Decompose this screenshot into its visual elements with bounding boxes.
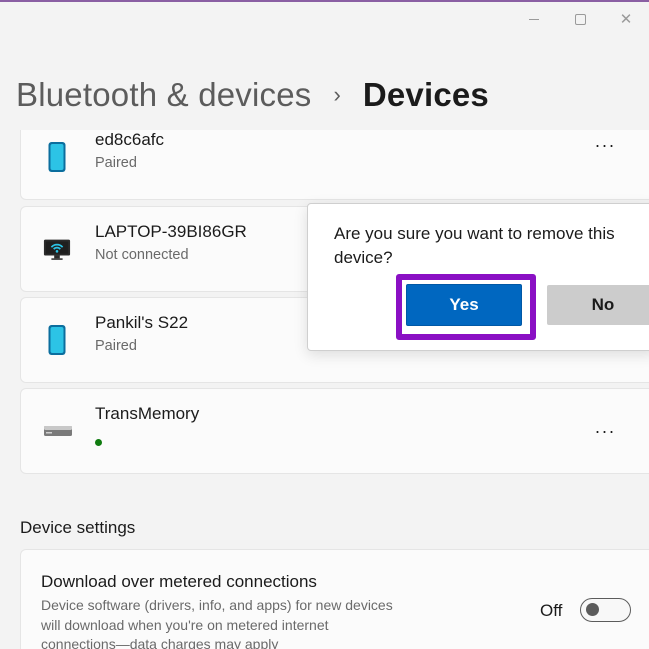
close-icon: ✕: [619, 10, 633, 28]
device-card[interactable]: ed8c6afc Paired ···: [20, 130, 649, 200]
setting-title: Download over metered connections: [41, 572, 317, 591]
toggle-state-label: Off: [540, 601, 563, 620]
wireless-display-icon: [43, 231, 71, 267]
toggle-knob: [586, 603, 599, 616]
minimize-button[interactable]: [511, 8, 557, 30]
device-name: LAPTOP-39BI86GR: [95, 222, 247, 241]
breadcrumb: Bluetooth & devices › Devices: [16, 74, 489, 116]
dialog-message: Are you sure you want to remove this dev…: [334, 224, 615, 267]
metered-toggle[interactable]: [580, 598, 631, 622]
maximize-button[interactable]: [557, 8, 603, 30]
device-name: TransMemory: [95, 404, 200, 423]
minimize-icon: [529, 18, 539, 20]
window-top-border: [0, 0, 649, 2]
device-card[interactable]: TransMemory ···: [20, 388, 649, 474]
device-status: Paired: [95, 155, 137, 171]
window-controls: ✕: [511, 8, 649, 30]
status-indicator: [95, 439, 102, 446]
device-name: ed8c6afc: [95, 130, 164, 149]
more-options-button[interactable]: ···: [589, 415, 621, 447]
yes-button[interactable]: Yes: [406, 284, 522, 326]
metered-setting-card: Download over metered connections Device…: [20, 549, 649, 649]
more-options-button[interactable]: ···: [589, 130, 621, 161]
close-button[interactable]: ✕: [603, 8, 649, 30]
maximize-icon: [574, 13, 586, 25]
device-name: Pankil's S22: [95, 313, 189, 332]
remove-device-dialog: Are you sure you want to remove this dev…: [307, 203, 649, 351]
breadcrumb-parent-link[interactable]: Bluetooth & devices: [16, 76, 311, 114]
usb-drive-icon: [43, 413, 73, 449]
device-status: Paired: [95, 338, 137, 354]
phone-icon: [43, 139, 71, 175]
section-title: Device settings: [20, 518, 136, 537]
phone-icon: [43, 322, 71, 358]
page-title: Devices: [362, 76, 489, 113]
no-button[interactable]: No: [547, 285, 649, 325]
device-status: Not connected: [95, 247, 189, 263]
setting-description: Device software (drivers, info, and apps…: [41, 597, 393, 649]
breadcrumb-chevron-icon: ›: [333, 82, 341, 107]
